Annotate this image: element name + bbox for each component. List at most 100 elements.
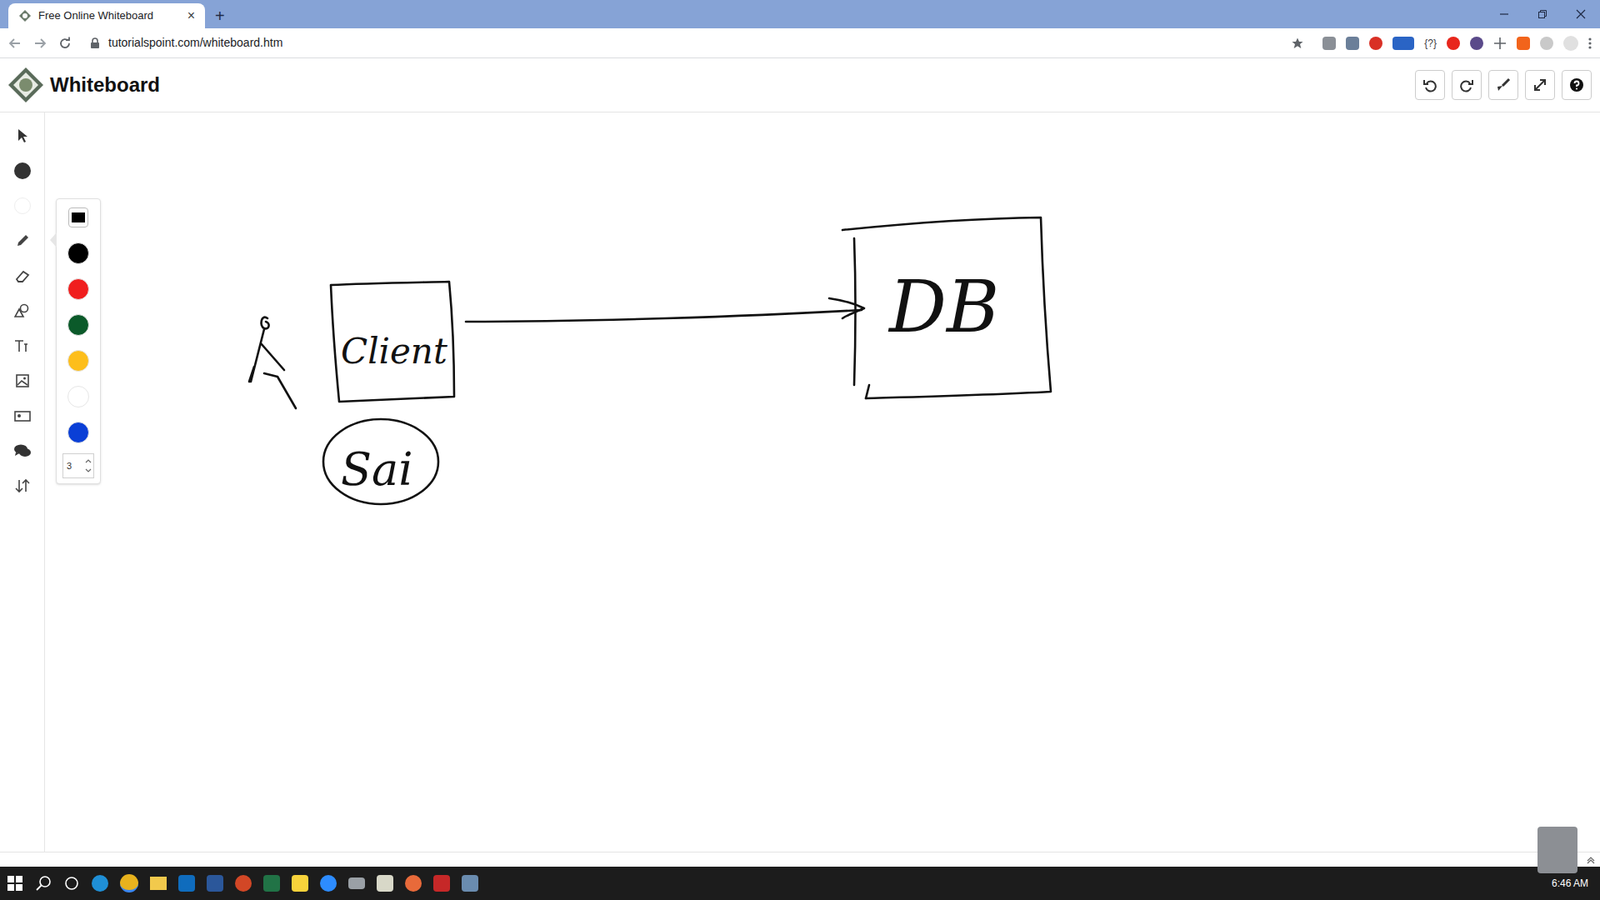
help-icon (1569, 77, 1585, 93)
color-swatch[interactable] (63, 238, 94, 269)
cortana-icon[interactable] (63, 875, 80, 892)
tab-title[interactable]: Free Online Whiteboard (38, 7, 154, 25)
windows-icon[interactable] (6, 875, 24, 892)
fill-dot-icon (14, 197, 31, 215)
color-swatch[interactable] (63, 345, 94, 376)
workspace: Client DB Sai 3 (0, 112, 1600, 852)
lock-icon (90, 37, 100, 50)
reload-icon[interactable] (58, 36, 72, 50)
canvas[interactable]: Client DB Sai 3 (45, 112, 1600, 852)
sai-label: Sai (340, 443, 413, 496)
browser-tab[interactable]: Free Online Whiteboard × (8, 3, 205, 29)
redo-button[interactable] (1451, 70, 1482, 100)
favicon-icon (18, 9, 32, 23)
color-swatch[interactable] (63, 381, 94, 412)
chevron-up-icon[interactable] (1586, 855, 1595, 865)
webcam-video (1537, 826, 1578, 874)
current-color[interactable] (63, 202, 94, 233)
chat-icon (13, 443, 32, 459)
undo-button[interactable] (1415, 70, 1445, 100)
palette-pointer-icon (48, 232, 59, 248)
stroke-color-tool[interactable] (7, 155, 38, 186)
powerpoint-icon[interactable] (235, 875, 252, 892)
swatch-fill (67, 314, 90, 336)
opera-icon[interactable] (1446, 36, 1460, 50)
chrome-icon[interactable] (120, 874, 139, 893)
forward-icon[interactable] (33, 36, 47, 50)
color-swatch[interactable] (63, 310, 94, 340)
shapes-tool[interactable] (7, 295, 38, 326)
clear-button[interactable] (1488, 70, 1519, 100)
shapes-icon (14, 303, 31, 319)
color-swatch[interactable] (63, 417, 94, 448)
extension-icon[interactable] (1470, 36, 1484, 50)
restore-icon[interactable] (1523, 9, 1562, 20)
window-controls (1485, 0, 1600, 29)
back-icon[interactable] (8, 36, 22, 50)
undo-icon (1422, 77, 1438, 93)
swatch-fill (68, 207, 89, 228)
tab-close-button[interactable]: × (187, 5, 195, 26)
spinner-icon[interactable] (85, 456, 92, 475)
image-icon (15, 373, 30, 389)
minimize-icon[interactable] (1485, 9, 1524, 20)
image-tool[interactable] (7, 365, 38, 396)
color-dot-icon (14, 162, 31, 180)
stroke-width-value[interactable]: 3 (66, 459, 72, 474)
expand-icon (1532, 77, 1548, 93)
import-export-tool[interactable] (7, 470, 38, 501)
acrobat-icon[interactable] (433, 875, 450, 892)
app-icon[interactable] (348, 877, 365, 890)
app-icon[interactable] (405, 875, 422, 892)
menu-icon[interactable] (1588, 36, 1592, 50)
outlook-icon[interactable] (178, 875, 195, 892)
text-tool[interactable] (7, 330, 38, 361)
extension-icon[interactable] (1345, 36, 1360, 50)
edge-icon[interactable] (91, 875, 109, 892)
chat-tool[interactable] (7, 435, 38, 466)
extension-icon[interactable] (1516, 36, 1530, 50)
redo-icon (1459, 77, 1475, 93)
profile-icon[interactable] (1563, 35, 1579, 51)
extension-label[interactable]: {?} (1424, 35, 1437, 51)
search-icon[interactable] (35, 875, 52, 892)
person-figure (261, 317, 270, 330)
extensions: {?} (1322, 35, 1592, 51)
help-button[interactable] (1561, 70, 1592, 100)
select-tool[interactable] (7, 120, 38, 151)
eraser-tool[interactable] (7, 260, 38, 291)
app-header: Whiteboard (0, 58, 1600, 113)
insert-tool[interactable] (7, 400, 38, 431)
word-icon[interactable] (206, 875, 224, 892)
stroke-width-input[interactable]: 3 (62, 453, 95, 479)
fill-color-tool[interactable] (7, 190, 38, 221)
swatch-fill (67, 242, 90, 265)
explorer-icon[interactable] (150, 876, 167, 890)
swatch-fill (67, 385, 90, 408)
app-icon[interactable] (461, 875, 479, 892)
star-icon[interactable] (1290, 36, 1305, 50)
color-swatch[interactable] (63, 274, 94, 305)
new-tab-button[interactable]: + (205, 3, 235, 29)
brush-icon (1495, 77, 1511, 93)
db-label: DB (887, 265, 1000, 349)
extension-icon[interactable] (1392, 36, 1415, 50)
close-window-icon[interactable] (1561, 9, 1600, 20)
extension-icon[interactable] (1540, 36, 1554, 50)
address-bar[interactable]: tutorialspoint.com/whiteboard.htm (83, 31, 1311, 55)
drawing: Client DB Sai (45, 112, 1600, 852)
zoom-icon[interactable] (320, 875, 337, 892)
tool-sidebar (0, 112, 45, 852)
notes-icon[interactable] (291, 875, 309, 892)
move-icon[interactable] (1493, 36, 1507, 50)
url-text[interactable]: tutorialspoint.com/whiteboard.htm (108, 34, 283, 52)
clock: 6:46 AM (1551, 875, 1589, 891)
excel-icon[interactable] (263, 875, 280, 892)
pen-tool[interactable] (7, 225, 38, 256)
extension-icon[interactable] (1322, 36, 1336, 50)
app-icon[interactable] (376, 875, 394, 892)
extension-icon[interactable] (1369, 36, 1383, 50)
app-title: Whiteboard (50, 70, 160, 100)
fullscreen-button[interactable] (1525, 70, 1555, 100)
swatch-fill (67, 421, 90, 444)
